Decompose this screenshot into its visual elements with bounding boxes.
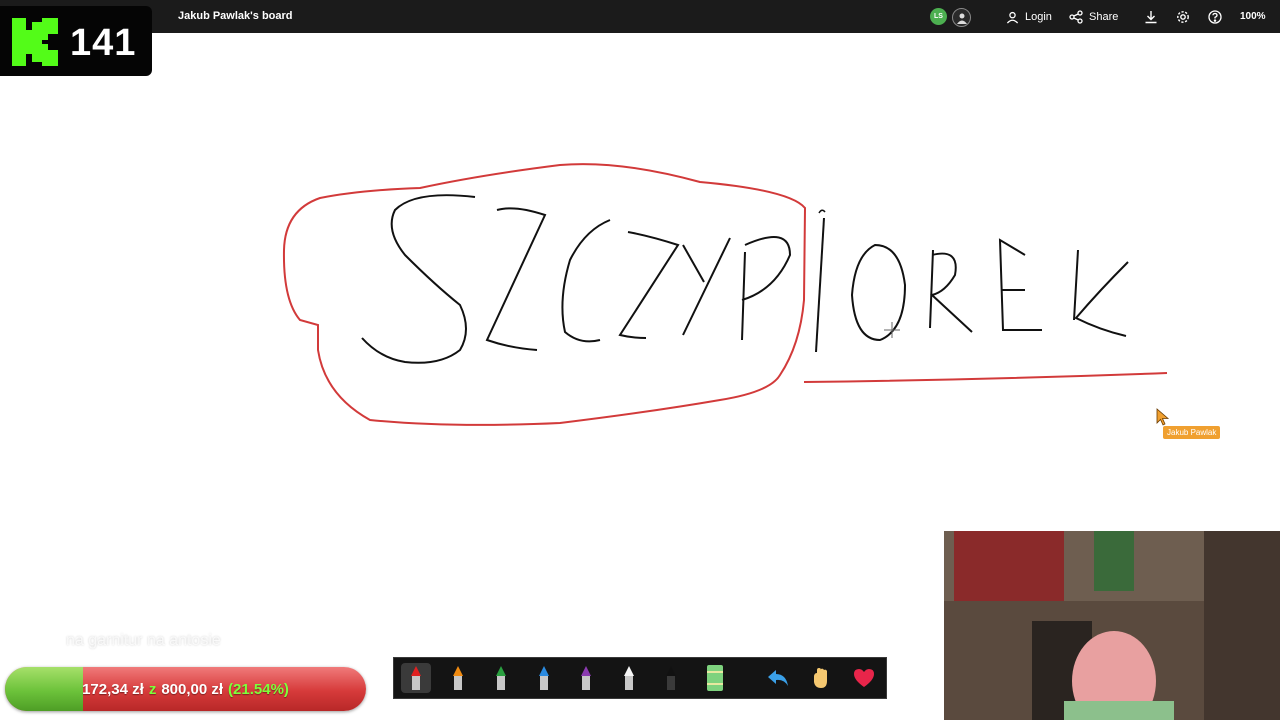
- top-bar: Jakub Pawlak's board LS Login Share 100%: [0, 0, 1280, 33]
- webcam-feed: [944, 531, 1280, 720]
- purple-marker-icon: [581, 666, 591, 690]
- goal-caption: na garnitur na antosie: [66, 632, 221, 649]
- remote-cursor-label: Jakub Pawlak: [1163, 426, 1221, 439]
- letter-p-stroke: [741, 236, 792, 341]
- login-button[interactable]: Login: [1006, 7, 1052, 27]
- orange-marker-icon: [453, 666, 463, 690]
- share-label: Share: [1089, 11, 1119, 23]
- hand-icon: [814, 668, 827, 688]
- green-marker-icon: [496, 666, 506, 690]
- black-marker-icon: [666, 666, 676, 690]
- black-marker-tool[interactable]: [656, 663, 686, 693]
- pointer-icon: [1156, 408, 1170, 426]
- donation-goal: 800,00 zł: [161, 680, 224, 698]
- donation-progress-text: 172,34 zł z 800,00 zł (21.54%): [5, 667, 366, 711]
- green-marker-tool[interactable]: [486, 663, 516, 693]
- login-label: Login: [1025, 11, 1052, 23]
- letter-y-stroke: [682, 237, 731, 336]
- letter-o-stroke: [850, 243, 907, 342]
- white-marker-icon: [624, 666, 634, 690]
- download-icon: [1145, 11, 1157, 24]
- share-button[interactable]: Share: [1069, 7, 1118, 27]
- download-button[interactable]: [1144, 7, 1158, 27]
- letter-i-dot-stroke: [818, 209, 826, 214]
- board-title: Jakub Pawlak's board: [178, 10, 293, 22]
- letter-c-stroke: [561, 219, 611, 343]
- undo-arrow-icon: [768, 670, 788, 686]
- purple-marker-tool[interactable]: [571, 663, 601, 693]
- user-avatar-photo[interactable]: [952, 8, 971, 27]
- red-loop-stroke: [282, 163, 807, 426]
- letter-k-stroke: [1073, 249, 1129, 337]
- letter-z2-stroke: [618, 231, 680, 339]
- donation-progress-bar: 172,34 zł z 800,00 zł (21.54%): [5, 667, 366, 711]
- letter-z1-stroke: [485, 207, 547, 351]
- gear-icon: [1177, 11, 1189, 23]
- blue-marker-tool[interactable]: [529, 663, 559, 693]
- donation-percent: (21.54%): [228, 680, 289, 698]
- red-marker-icon: [411, 666, 421, 690]
- drawing-toolbar: [393, 657, 887, 699]
- help-icon: [1208, 10, 1222, 24]
- help-button[interactable]: [1208, 7, 1222, 27]
- letter-r-stroke: [929, 249, 973, 333]
- red-underline-stroke: [803, 372, 1168, 383]
- zoom-level[interactable]: 100%: [1240, 11, 1266, 22]
- heart-icon: [854, 669, 874, 687]
- heart-button[interactable]: [849, 663, 879, 693]
- letter-s-stroke: [361, 194, 476, 364]
- red-marker-tool[interactable]: [401, 663, 431, 693]
- user-avatar-ls[interactable]: LS: [930, 8, 947, 25]
- letter-i-stroke: [815, 217, 825, 353]
- orange-marker-tool[interactable]: [443, 663, 473, 693]
- undo-button[interactable]: [763, 663, 793, 693]
- eraser-icon: [707, 665, 723, 691]
- letter-e-stroke: [998, 238, 1042, 331]
- eraser-tool[interactable]: [700, 663, 730, 693]
- white-marker-tool[interactable]: [614, 663, 644, 693]
- donation-separator: z: [148, 680, 157, 698]
- settings-button[interactable]: [1176, 7, 1190, 27]
- share-icon: [1069, 10, 1083, 24]
- hand-tool[interactable]: [806, 663, 836, 693]
- donation-current: 172,34 zł: [82, 680, 144, 698]
- user-icon: [1006, 11, 1019, 24]
- blue-marker-icon: [539, 666, 549, 690]
